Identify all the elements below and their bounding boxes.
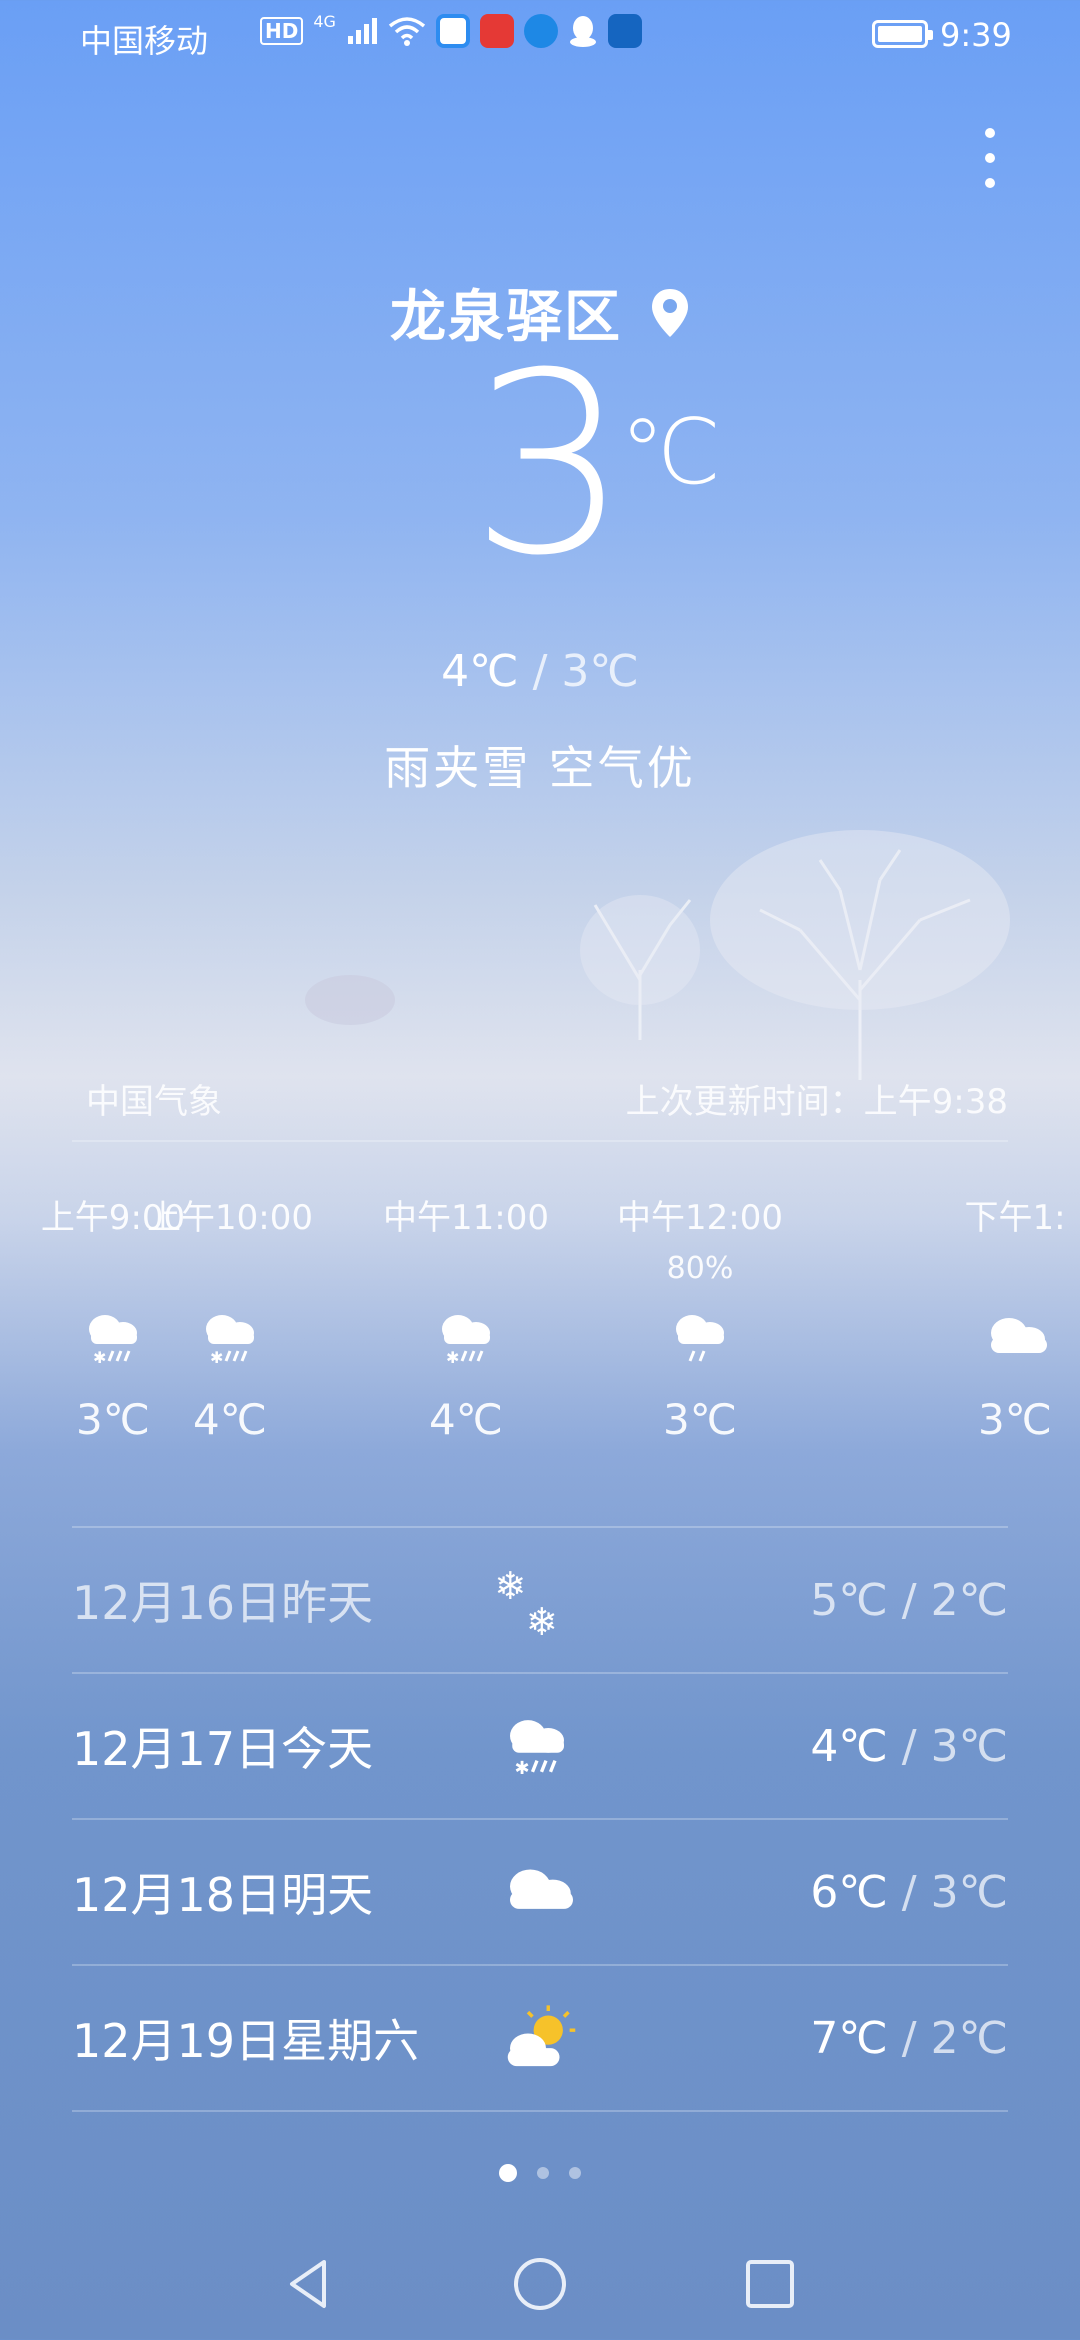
- page-dot[interactable]: [569, 2167, 581, 2179]
- navigation-bar: [0, 2230, 1080, 2340]
- current-temperature: 3 ℃: [0, 340, 1080, 620]
- rain-icon: [676, 1315, 724, 1362]
- back-icon[interactable]: [280, 2254, 340, 2314]
- snowflake-icon: ❄❄: [494, 1564, 558, 1640]
- day-date: 12月16日昨天: [72, 1576, 374, 1630]
- more-dot: [985, 128, 995, 138]
- day-temperature-range: 4℃ / 3℃: [810, 1721, 1008, 1772]
- day-high: 5℃: [810, 1574, 888, 1626]
- temperature-value: 3: [470, 319, 630, 610]
- hour-temperature: 4℃: [429, 1395, 503, 1444]
- day-high: 4℃: [810, 1720, 888, 1772]
- data-source: 中国气象: [86, 1082, 222, 1122]
- daily-row[interactable]: 12月17日今天 ✱ 4℃ / 3℃: [72, 1673, 1008, 1819]
- more-options-icon[interactable]: [972, 122, 1008, 194]
- last-updated: 上次更新时间：上午9:38: [625, 1082, 1008, 1122]
- clock: 9:39: [940, 16, 1012, 54]
- divider: [72, 2110, 1008, 2112]
- day-low: 2℃: [930, 1574, 1008, 1626]
- today-low: 3℃: [561, 646, 639, 697]
- day-temperature-range: 7℃ / 2℃: [810, 2013, 1008, 2064]
- page-indicator: [0, 2164, 1080, 2182]
- cloud-icon: [991, 1318, 1047, 1353]
- day-temperature-range: 6℃ / 3℃: [810, 1867, 1008, 1918]
- day-low: 3℃: [930, 1720, 1008, 1772]
- day-high: 7℃: [810, 2012, 888, 2064]
- divider: [72, 1140, 1008, 1142]
- precipitation-chance: 80%: [666, 1251, 734, 1286]
- svg-text:❄: ❄: [526, 1600, 558, 1640]
- page-dot[interactable]: [537, 2167, 549, 2179]
- svg-text:❄: ❄: [494, 1564, 526, 1609]
- temp-separator: /: [518, 646, 562, 697]
- hour-time: 下午1:: [964, 1198, 1066, 1238]
- home-icon[interactable]: [510, 2254, 570, 2314]
- hourly-item: 中午11:00 ✱ 4℃: [351, 1190, 581, 1444]
- hour-temperature: 4℃: [193, 1395, 267, 1444]
- temp-separator: /: [887, 1720, 931, 1772]
- sleet-icon: ✱: [206, 1315, 254, 1367]
- book-app-icon: [479, 14, 514, 48]
- location-pin-icon: [652, 288, 688, 337]
- weather-condition: 雨夹雪 空气优: [384, 741, 696, 795]
- svg-text:✱: ✱: [446, 1348, 459, 1367]
- signal-bars-icon: [347, 18, 377, 44]
- wifi-icon: [388, 17, 426, 46]
- svg-text:✱: ✱: [210, 1348, 223, 1367]
- temp-separator: /: [887, 1866, 931, 1918]
- hourly-forecast[interactable]: 上午9:00 ✱ 3℃ 上午10:00 ✱ 4℃ 中午11:00 ✱ 4℃ 中午12:00 80% 3…: [0, 1190, 1080, 1490]
- precipitation-chance: [351, 1251, 581, 1291]
- day-temperature-range: 5℃ / 2℃: [810, 1575, 1008, 1626]
- sleet-icon: ✱: [510, 1720, 564, 1779]
- hour-temperature: 3℃: [978, 1395, 1052, 1444]
- daily-row[interactable]: 12月19日星期六 7℃ / 2℃: [72, 1965, 1008, 2111]
- today-high: 4℃: [441, 646, 519, 697]
- high-low-temperature: 4℃ / 3℃: [0, 646, 1080, 697]
- hourly-item: 上午10:00 ✱ 4℃: [115, 1190, 345, 1444]
- signal-icon: 4G: [313, 11, 336, 31]
- page-dot[interactable]: [499, 2164, 517, 2182]
- battery-level: [878, 26, 922, 42]
- hourly-item: 中午12:00 80% 3℃: [585, 1190, 815, 1444]
- daily-row[interactable]: 12月16日昨天 ❄ ❄ 5℃ / 2℃: [72, 1527, 1008, 1673]
- svg-text:✱: ✱: [515, 1758, 530, 1779]
- app-notification-icon: [435, 14, 470, 48]
- day-low: 3℃: [930, 1866, 1008, 1918]
- robot-app-icon: [607, 14, 642, 48]
- status-icons: HD 4G: [260, 11, 642, 48]
- day-date: 12月18日明天: [72, 1868, 374, 1922]
- precipitation-chance: [900, 1251, 1080, 1291]
- day-date: 12月19日星期六: [72, 2014, 420, 2068]
- recents-icon[interactable]: [740, 2254, 800, 2314]
- temp-separator: /: [887, 2012, 931, 2064]
- sleet-icon: ✱: [442, 1315, 490, 1367]
- daily-row[interactable]: 12月18日明天 6℃ / 3℃: [72, 1819, 1008, 1965]
- hour-time: 中午11:00: [383, 1198, 549, 1238]
- day-low: 2℃: [930, 2012, 1008, 2064]
- snowy-trees-illustration: [305, 830, 1010, 1080]
- svg-text:✱: ✱: [93, 1348, 106, 1367]
- more-dot: [985, 178, 995, 188]
- status-bar: 中国移动 HD 4G 9:39: [0, 0, 1080, 72]
- hour-time: 中午12:00: [617, 1198, 783, 1238]
- qq-icon: [569, 16, 596, 47]
- hour-time: 上午10:00: [147, 1198, 313, 1238]
- day-date: 12月17日今天: [72, 1722, 374, 1776]
- hourly-item: 下午1: 3℃: [900, 1190, 1080, 1444]
- cloud-icon: [510, 1869, 573, 1909]
- carrier-name: 中国移动: [80, 22, 209, 60]
- partly-sunny-icon: [507, 2005, 576, 2067]
- precipitation-chance: [115, 1251, 345, 1291]
- more-dot: [985, 153, 995, 163]
- temperature-unit: ℃: [620, 400, 722, 505]
- day-high: 6℃: [810, 1866, 888, 1918]
- hd-badge: HD: [260, 17, 304, 45]
- hour-temperature: 3℃: [663, 1395, 737, 1444]
- battery-icon: [872, 20, 933, 48]
- browser-app-icon: [523, 14, 558, 48]
- temp-separator: /: [887, 1574, 931, 1626]
